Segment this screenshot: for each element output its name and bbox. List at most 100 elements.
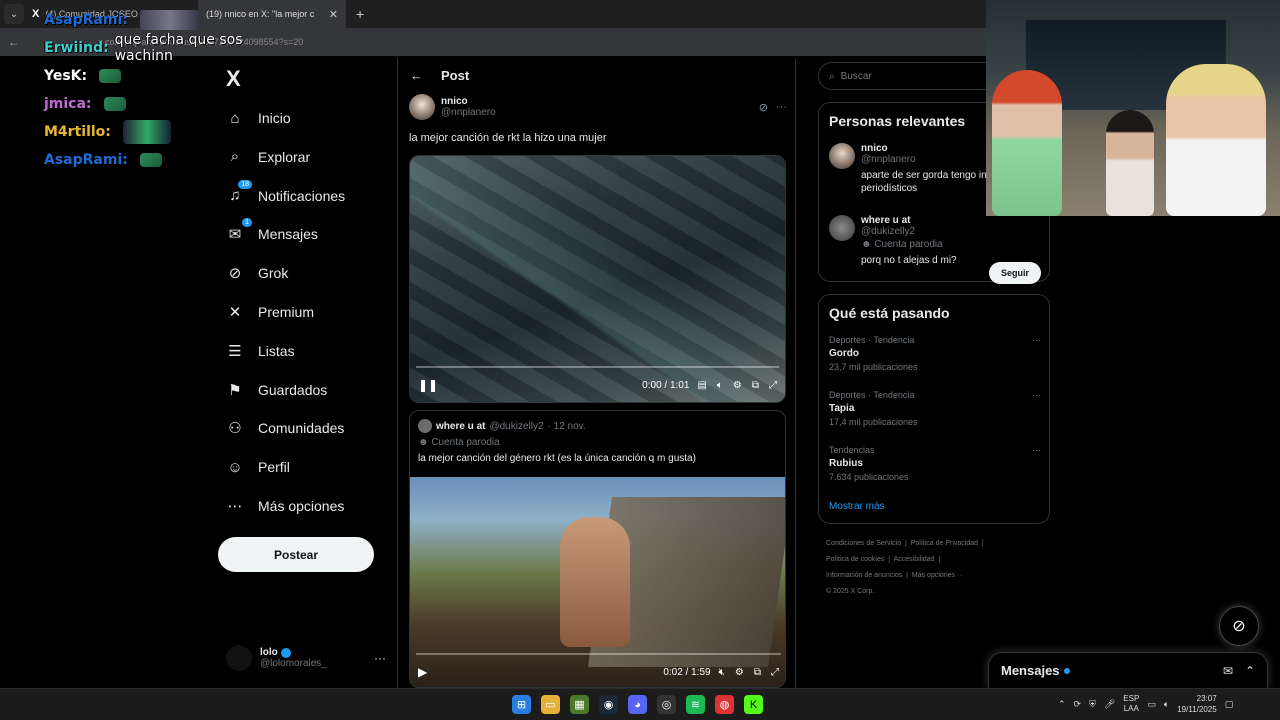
chat-message: que facha que sos wachinn: [114, 32, 243, 64]
chat-username[interactable]: AsapRami:: [44, 12, 128, 28]
chevron-up-icon[interactable]: ⌃: [1058, 699, 1066, 710]
grok-icon[interactable]: ⊘: [759, 101, 768, 114]
quoted-post[interactable]: where u at @dukizelly2 · 12 nov. ☻ Cuent…: [409, 410, 786, 688]
settings-icon[interactable]: ⚙: [733, 380, 742, 391]
popout-icon[interactable]: ⧉: [752, 380, 759, 391]
fullscreen-icon[interactable]: ⤢: [769, 380, 777, 391]
sidebar-item-más-opciones[interactable]: ⋯ Más opciones: [226, 494, 345, 518]
app-icon[interactable]: ▦: [570, 695, 589, 714]
mail-icon: ✉ 1: [226, 218, 252, 243]
mute-icon[interactable]: 🔇︎: [719, 667, 725, 678]
sidebar-item-guardados[interactable]: ⚑ Guardados: [226, 378, 327, 402]
bell-icon: ♫ 18: [226, 179, 252, 205]
clock-time: 23:07: [1196, 694, 1217, 703]
more-icon[interactable]: ···: [776, 101, 787, 114]
trend-item[interactable]: Deportes · Tendencia Gordo 23,7 mil publ…: [829, 335, 1041, 372]
tab-search-icon[interactable]: ⌄: [4, 4, 24, 24]
video-progress-bar[interactable]: [416, 653, 781, 655]
chat-username[interactable]: YesK:: [44, 68, 87, 84]
webcam-person: [992, 70, 1062, 216]
fullscreen-icon[interactable]: ⤢: [771, 667, 779, 678]
chat-username[interactable]: M4rtillo:: [44, 124, 111, 140]
emote-icon: [139, 10, 200, 30]
pause-icon[interactable]: ❚❚: [418, 378, 438, 392]
new-message-icon[interactable]: ✉: [1223, 664, 1233, 678]
sidebar-item-grok[interactable]: ⊘ Grok: [226, 261, 289, 285]
sidebar-item-label: Perfil: [258, 459, 290, 476]
list-icon: ☰: [228, 342, 242, 360]
footer-link[interactable]: Política de cookies: [826, 556, 884, 563]
messages-dock[interactable]: Mensajes ✉ ⌃: [988, 652, 1268, 688]
trend-item[interactable]: Deportes · Tendencia Tapia 17,4 mil publ…: [829, 390, 1041, 427]
author-handle[interactable]: @nnplanero: [441, 107, 496, 118]
popout-icon[interactable]: ⧉: [754, 667, 761, 678]
relevant-person[interactable]: where u at @dukizelly2 ☻ Cuenta parodia …: [829, 215, 1051, 267]
spotify-icon[interactable]: ≋: [686, 695, 705, 714]
grok-fab-icon[interactable]: ⊘: [1219, 606, 1259, 646]
discord-icon[interactable]: ◕: [628, 695, 647, 714]
start-icon[interactable]: ⊞: [512, 695, 531, 714]
sidebar-item-label: Guardados: [258, 381, 328, 398]
mic-icon[interactable]: 🎤︎: [1104, 699, 1115, 710]
mask-icon: ☻: [861, 239, 875, 250]
notification-icon[interactable]: ▢: [1225, 699, 1234, 710]
expand-icon[interactable]: ⌃: [1245, 664, 1255, 678]
footer-link[interactable]: Política de Privacidad: [911, 540, 978, 547]
shield-icon[interactable]: ⛨: [1089, 699, 1096, 710]
sidebar-item-notificaciones[interactable]: ♫ 18 Notificaciones: [226, 179, 345, 208]
kick-icon[interactable]: K: [744, 695, 763, 714]
post-video[interactable]: ❚❚ 0:00 / 1:01 ▤ 🔈︎ ⚙ ⧉ ⤢: [409, 155, 786, 403]
more-icon[interactable]: ···: [1032, 335, 1041, 345]
emote-icon: [99, 69, 122, 83]
sidebar-item-comunidades[interactable]: ⚇ Comunidades: [226, 416, 344, 440]
captions-icon[interactable]: ▤: [697, 380, 706, 391]
chrome-icon[interactable]: ◍: [715, 695, 734, 714]
quote-date: · 12 nov.: [547, 420, 586, 432]
quote-video[interactable]: ▶ 0:02 / 1:59 🔇︎ ⚙ ⧉ ⤢: [410, 477, 785, 687]
video-controls: ❚❚ 0:00 / 1:01 ▤ 🔈︎ ⚙ ⧉ ⤢: [410, 366, 785, 402]
sidebar-item-label: Mensajes: [258, 226, 318, 243]
avatar[interactable]: [829, 215, 855, 241]
network-icon[interactable]: ▭: [1147, 699, 1156, 710]
footer-link[interactable]: Condiciones de Servicio: [826, 540, 901, 547]
follow-button[interactable]: Seguir: [989, 262, 1041, 284]
author-name[interactable]: nnico: [441, 96, 496, 107]
trend-item[interactable]: Tendencias Rubius 7.634 publicaciones ··…: [829, 445, 1041, 482]
show-more-link[interactable]: Mostrar más: [829, 501, 885, 512]
chat-username[interactable]: jmica:: [44, 96, 92, 112]
sidebar-item-perfil[interactable]: ☺ Perfil: [226, 455, 290, 479]
volume-icon[interactable]: 🔈︎: [717, 380, 723, 391]
close-tab-icon[interactable]: ✕: [329, 8, 338, 21]
chat-username[interactable]: AsapRami:: [44, 152, 128, 168]
video-frame-figure: [560, 517, 630, 647]
steam-icon[interactable]: ◉: [599, 695, 618, 714]
more-icon[interactable]: ···: [374, 651, 386, 665]
sidebar-item-mensajes[interactable]: ✉ 1 Mensajes: [226, 218, 318, 246]
page-title: Post: [441, 68, 470, 83]
file-explorer-icon[interactable]: ▭: [541, 695, 560, 714]
settings-icon[interactable]: ⚙: [735, 667, 744, 678]
play-icon[interactable]: ▶: [418, 665, 438, 679]
more-icon[interactable]: ···: [1032, 445, 1041, 455]
new-tab-button[interactable]: +: [356, 6, 364, 22]
post-button[interactable]: Postear: [218, 537, 374, 572]
avatar[interactable]: [829, 143, 855, 169]
footer-link[interactable]: Accesibilidad: [894, 556, 935, 563]
account-switcher[interactable]: lolo @lolomorales_ ···: [226, 642, 386, 674]
clock[interactable]: 23:07 19/11/2025: [1177, 693, 1216, 715]
emote-icon: [139, 153, 162, 167]
sidebar-item-listas[interactable]: ☰ Listas: [226, 339, 294, 363]
back-arrow-icon[interactable]: ←: [410, 68, 423, 83]
footer-link[interactable]: Información de anuncios: [826, 572, 902, 579]
sidebar-item-premium[interactable]: ✕ Premium: [226, 300, 314, 324]
footer-link[interactable]: Más opciones ···: [912, 572, 964, 579]
obs-icon[interactable]: ◎: [657, 695, 676, 714]
video-progress-bar[interactable]: [416, 366, 779, 368]
more-icon[interactable]: ···: [1032, 390, 1041, 400]
sync-icon[interactable]: ⟳: [1074, 699, 1082, 710]
avatar[interactable]: [409, 94, 435, 120]
volume-icon[interactable]: 🔈︎: [1164, 699, 1169, 710]
back-icon[interactable]: ←: [0, 35, 28, 49]
language-indicator[interactable]: ESP LAA: [1123, 694, 1139, 714]
chat-username[interactable]: Erwiind:: [44, 40, 109, 56]
